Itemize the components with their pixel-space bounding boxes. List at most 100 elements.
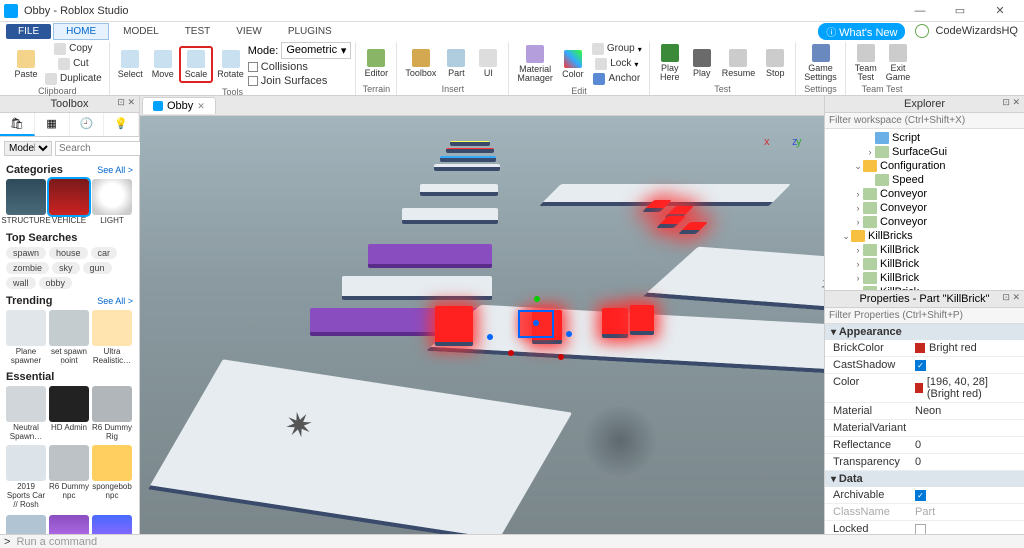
prop-castshadow[interactable]: CastShadow✓ [825, 357, 1024, 374]
mode-dropdown[interactable]: Geometric▾ [281, 42, 351, 59]
anchor-button[interactable]: Anchor [589, 72, 645, 86]
rotate-button[interactable]: Rotate [213, 48, 248, 81]
duplicate-button[interactable]: Duplicate [42, 72, 105, 86]
search-tag[interactable]: wall [6, 277, 36, 289]
tree-node[interactable]: ›Conveyor [825, 215, 1024, 229]
share-icon[interactable] [915, 24, 929, 38]
collisions-check[interactable]: Collisions [248, 61, 352, 73]
search-tag[interactable]: sky [52, 262, 80, 274]
select-button[interactable]: Select [114, 48, 147, 81]
explorer-pin-icon[interactable]: ⊡ ✕ [1002, 97, 1020, 108]
paste-button[interactable]: Paste [10, 48, 42, 81]
prop-materialvariant[interactable]: MaterialVariant [825, 420, 1024, 437]
view-tab[interactable]: VIEW [224, 24, 274, 39]
tree-node[interactable]: ›KillBrick [825, 257, 1024, 271]
command-bar[interactable]: > Run a command [0, 534, 1024, 548]
toolbox-tab-marketplace[interactable]: 🛍 [0, 113, 35, 136]
resume-button[interactable]: Resume [718, 47, 760, 80]
asset-item[interactable] [49, 515, 89, 534]
stop-button[interactable]: Stop [759, 47, 791, 80]
tree-node[interactable]: ›Conveyor [825, 187, 1024, 201]
asset-item[interactable] [92, 515, 132, 534]
tree-node[interactable]: Speed [825, 173, 1024, 187]
data-group[interactable]: ▾ Data [825, 471, 1024, 487]
tree-node[interactable]: ›KillBrick [825, 271, 1024, 285]
trending-item[interactable]: set spawn point [49, 310, 89, 366]
join-surfaces-check[interactable]: Join Surfaces [248, 75, 352, 87]
maximize-button[interactable]: ▭ [940, 4, 980, 17]
tree-node[interactable]: ›Conveyor [825, 201, 1024, 215]
tree-node[interactable]: ›KillBrick [825, 243, 1024, 257]
cut-button[interactable]: Cut [42, 57, 105, 71]
search-tag[interactable]: spawn [6, 247, 46, 259]
search-tag[interactable]: car [91, 247, 118, 259]
search-tag[interactable]: zombie [6, 262, 49, 274]
model-tab[interactable]: MODEL [111, 24, 171, 39]
search-tag[interactable]: house [49, 247, 88, 259]
properties-filter-input[interactable] [825, 308, 1024, 324]
essential-item[interactable]: Neutral Spawn… [6, 386, 46, 442]
move-button[interactable]: Move [147, 48, 179, 81]
color-button[interactable]: Color [557, 48, 589, 81]
essential-item[interactable]: R6 Dummy npc [49, 445, 89, 509]
tree-node[interactable]: ›SurfaceGui [825, 145, 1024, 159]
prop-locked[interactable]: Locked [825, 521, 1024, 534]
tree-node[interactable]: ⌄Configuration [825, 159, 1024, 173]
ui-button[interactable]: UI [472, 47, 504, 80]
category-vehicle[interactable]: VEHICLE [49, 179, 89, 226]
game-settings-button[interactable]: Game Settings [800, 42, 841, 84]
prop-transparency[interactable]: Transparency0 [825, 454, 1024, 471]
prop-color[interactable]: Color[196, 40, 28] (Bright red) [825, 374, 1024, 403]
essential-item[interactable]: R6 Dummy Rig [92, 386, 132, 442]
toolbox-tab-creations[interactable]: 💡 [104, 113, 139, 136]
explorer-filter-input[interactable] [825, 113, 1024, 129]
trending-seeall[interactable]: See All > [97, 296, 133, 306]
appearance-group[interactable]: ▾ Appearance [825, 324, 1024, 340]
trending-item[interactable]: Ultra Realistic… [92, 310, 132, 366]
asset-item[interactable] [6, 515, 46, 534]
exit-game-button[interactable]: Exit Game [882, 42, 915, 84]
prop-material[interactable]: MaterialNeon [825, 403, 1024, 420]
play-here-button[interactable]: Play Here [654, 42, 686, 84]
axis-gizmo[interactable]: x y z [754, 136, 804, 186]
search-tag[interactable]: gun [83, 262, 112, 274]
viewport-3d[interactable]: ✷ ✷ [140, 116, 824, 534]
team-test-button[interactable]: Team Test [850, 42, 882, 84]
close-tab-icon[interactable]: ✕ [197, 101, 205, 112]
file-tab[interactable]: FILE [6, 24, 51, 39]
scale-button[interactable]: Scale [179, 46, 214, 83]
search-tag[interactable]: obby [39, 277, 73, 289]
properties-pin-icon[interactable]: ⊡ ✕ [1002, 292, 1020, 303]
tree-node[interactable]: ⌄KillBricks [825, 229, 1024, 243]
prop-brickcolor[interactable]: BrickColorBright red [825, 340, 1024, 357]
toolbox-close-icon[interactable]: ⊡ ✕ [117, 97, 135, 108]
prop-reflectance[interactable]: Reflectance0 [825, 437, 1024, 454]
home-tab[interactable]: HOME [53, 23, 109, 40]
plugins-tab[interactable]: PLUGINS [276, 24, 344, 39]
essential-item[interactable]: 2019 Sports Car // Rosh [6, 445, 46, 509]
copy-button[interactable]: Copy [42, 42, 105, 56]
play-button[interactable]: Play [686, 47, 718, 80]
categories-seeall[interactable]: See All > [97, 165, 133, 175]
category-light[interactable]: LIGHT [92, 179, 132, 226]
toolbox-tab-inventory[interactable]: ▦ [35, 113, 70, 136]
essential-item[interactable]: spongebob npc [92, 445, 132, 509]
toolbox-tab-recent[interactable]: 🕘 [70, 113, 105, 136]
prop-archivable[interactable]: Archivable✓ [825, 487, 1024, 504]
whats-new-button[interactable]: ⓘ What's New [818, 23, 905, 40]
editor-button[interactable]: Editor [360, 47, 392, 80]
part-button[interactable]: Part [440, 47, 472, 80]
material-manager-button[interactable]: Material Manager [513, 43, 557, 85]
tree-node[interactable]: Script [825, 131, 1024, 145]
essential-item[interactable]: HDHD Admin [49, 386, 89, 442]
explorer-tree[interactable]: Script›SurfaceGui⌄ConfigurationSpeed›Con… [825, 129, 1024, 290]
toolbox-category-select[interactable]: Models [4, 141, 52, 156]
close-button[interactable]: ✕ [980, 4, 1020, 17]
trending-item[interactable]: Plane spawner [6, 310, 46, 366]
test-tab[interactable]: TEST [173, 24, 223, 39]
user-label[interactable]: CodeWizardsHQ [935, 25, 1018, 37]
doc-tab-obby[interactable]: Obby✕ [142, 97, 216, 114]
minimize-button[interactable]: — [900, 5, 940, 17]
lock-button[interactable]: Lock▾ [589, 57, 645, 71]
group-button[interactable]: Group▾ [589, 42, 645, 56]
